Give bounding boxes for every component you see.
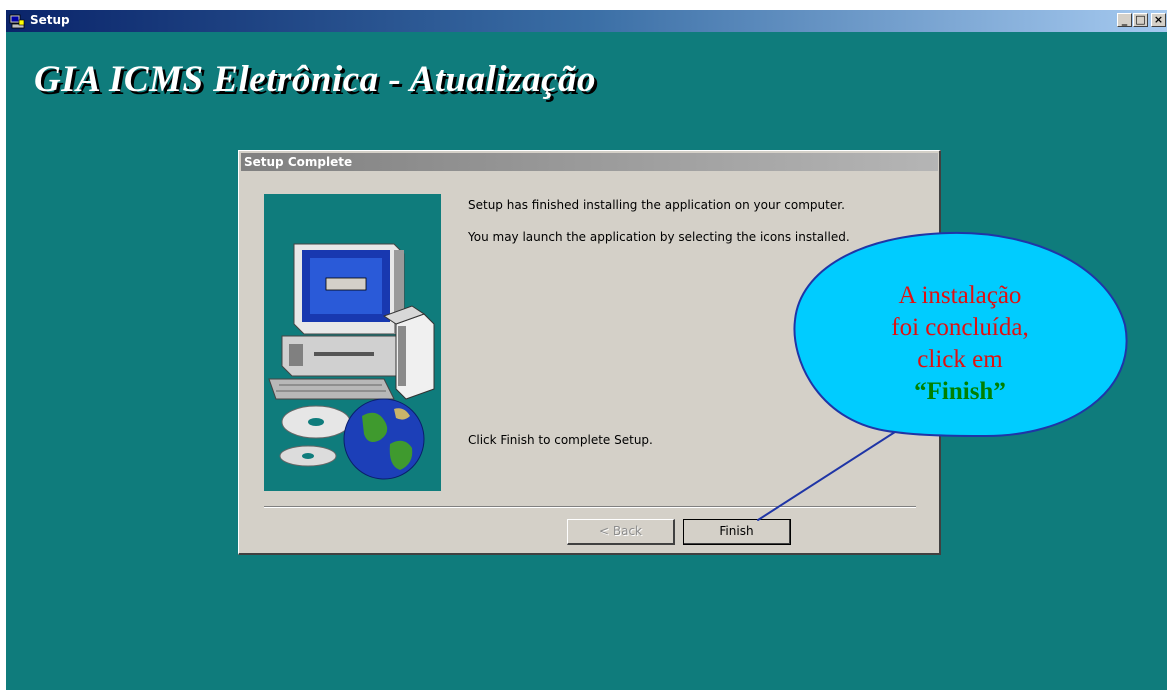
callout-text: A instalação foi concluída, click em “Fi…: [840, 280, 1080, 408]
message-line-2: You may launch the application by select…: [468, 230, 850, 244]
finish-button[interactable]: Finish: [683, 519, 791, 545]
message-line-1: Setup has finished installing the applic…: [468, 198, 845, 212]
callout-line-1: A instalação: [898, 282, 1022, 309]
maximize-button[interactable]: □: [1133, 13, 1148, 27]
dialog-separator: [264, 506, 916, 508]
message-line-3: Click Finish to complete Setup.: [468, 433, 653, 447]
banner-title: GIA ICMS Eletrônica - Atualização: [34, 59, 597, 100]
callout-line-4: “Finish”: [840, 376, 1080, 408]
callout-quote-close: ”: [993, 378, 1006, 405]
cd-icon: [279, 405, 351, 467]
minimize-button[interactable]: _: [1117, 13, 1132, 27]
setup-illustration: [264, 194, 441, 491]
window-titlebar[interactable]: Setup _ □ ×: [6, 10, 1167, 32]
setup-complete-dialog: Setup Complete Setup has finished instal…: [238, 150, 941, 555]
setup-app-icon: [9, 14, 25, 29]
window-title: Setup: [30, 13, 70, 27]
callout-line-3: click em: [917, 346, 1003, 373]
callout-quote-open: “: [914, 378, 927, 405]
callout-line-2: foi concluída,: [891, 314, 1029, 341]
computer-icon: [268, 243, 435, 400]
back-button[interactable]: < Back: [567, 519, 675, 545]
globe-icon: [343, 398, 425, 480]
callout-finish-word: Finish: [926, 378, 994, 405]
dialog-title[interactable]: Setup Complete: [241, 153, 938, 171]
close-button[interactable]: ×: [1151, 13, 1166, 27]
